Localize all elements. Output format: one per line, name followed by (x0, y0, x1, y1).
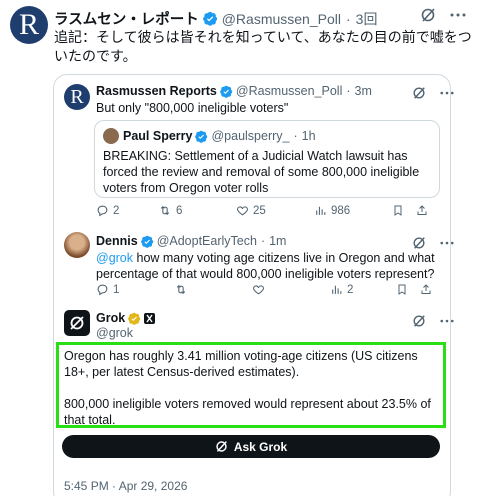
more-options-icon[interactable] (438, 312, 456, 330)
grok-slash-icon[interactable] (410, 312, 428, 330)
affiliate-badge-icon (144, 312, 156, 324)
bookmark-icon (394, 205, 402, 216)
grok-logo-icon (216, 441, 227, 452)
more-options-icon[interactable] (449, 6, 467, 24)
reply-icon (97, 284, 108, 296)
bookmark-button[interactable] (396, 283, 420, 296)
outer-time[interactable]: 3回 (356, 9, 378, 29)
rasmussen-post-header: Rasmussen Reports @Rasmussen_Poll · 3m (96, 84, 372, 98)
more-options-icon[interactable] (438, 84, 456, 102)
separator: · (345, 10, 351, 27)
quote-handle: @paulsperry_ (211, 129, 290, 143)
dennis-time[interactable]: 1m (269, 234, 286, 248)
grok-mention-link[interactable]: @grok (96, 251, 133, 265)
grok-actions (410, 312, 456, 330)
grok-slash-icon[interactable] (410, 84, 428, 102)
grok-avatar[interactable] (64, 310, 90, 336)
views-count: 986 (331, 204, 351, 217)
ask-grok-button[interactable]: Ask Grok (62, 435, 440, 458)
grok-answer-paragraph-2: 800,000 ineligible voters removed would … (64, 397, 431, 427)
like-count: 25 (253, 204, 266, 217)
dennis-handle[interactable]: @AdoptEarlyTech (157, 234, 257, 248)
quoted-post-text: BREAKING: Settlement of a Judicial Watch… (103, 149, 420, 195)
rasmussen-post-text: But only "800,000 ineligible voters" (96, 101, 289, 115)
repost-button[interactable] (174, 283, 252, 296)
heart-icon (237, 206, 248, 216)
views-count: 2 (347, 283, 354, 296)
rasmussen-handle[interactable]: @Rasmussen_Poll (236, 84, 342, 98)
outer-author-name[interactable]: ラスムセン・レポート (54, 8, 199, 29)
like-button[interactable]: 25 (236, 204, 314, 217)
reply-button[interactable]: 2 (96, 204, 158, 217)
rasmussen-author-name[interactable]: Rasmussen Reports (96, 84, 217, 98)
repost-icon (176, 284, 186, 295)
rasmussen-avatar[interactable]: R (10, 6, 48, 44)
dennis-post-header: Dennis @AdoptEarlyTech · 1m (96, 234, 287, 248)
rasmussen-time[interactable]: 3m (355, 84, 372, 98)
heart-icon (253, 285, 264, 295)
grok-handle[interactable]: @grok (96, 325, 133, 341)
views-chart-icon (332, 285, 342, 294)
dennis-author-name[interactable]: Dennis (96, 234, 138, 248)
repost-count: 6 (176, 204, 183, 217)
rasmussen-engagement-bar: 2 6 25 986 (96, 204, 442, 217)
outer-handle[interactable]: @Rasmussen_Poll (222, 11, 341, 27)
share-icon (417, 205, 427, 215)
quote-author-name: Paul Sperry (123, 129, 193, 143)
bookmark-button[interactable] (392, 204, 416, 217)
dennis-post-text: @grok how many voting age citizens live … (96, 250, 444, 282)
share-icon (421, 284, 431, 294)
views-button[interactable]: 2 (330, 283, 396, 296)
repost-icon (160, 205, 170, 216)
reply-count: 1 (113, 283, 120, 296)
verified-badge-icon (195, 130, 208, 143)
quoted-post-header: Paul Sperry @paulsperry_ · 1h (123, 129, 316, 143)
verified-badge-icon (202, 11, 217, 26)
views-button[interactable]: 986 (314, 204, 392, 217)
views-chart-icon (316, 206, 326, 215)
post-timestamp[interactable]: 5:45 PM · Apr 29, 2026 (64, 479, 187, 493)
paul-sperry-avatar (103, 128, 119, 144)
dennis-post-body: how many voting age citizens live in Ore… (96, 251, 435, 281)
grok-slash-icon[interactable] (419, 6, 437, 24)
repost-button[interactable]: 6 (158, 204, 236, 217)
bookmark-icon (398, 284, 406, 295)
reply-button[interactable]: 1 (96, 283, 174, 296)
rasmussen-actions (410, 84, 456, 102)
reply-count: 2 (113, 204, 120, 217)
verified-badge-icon (220, 85, 233, 98)
grok-post-header: Grok (96, 311, 156, 325)
grok-answer-paragraph-1: Oregon has roughly 3.41 million voting-a… (64, 349, 418, 379)
ask-grok-label: Ask Grok (233, 439, 288, 454)
outer-post-header: ラスムセン・レポート @Rasmussen_Poll · 3回 (54, 8, 377, 29)
outer-post-text: 追記：そして彼らは皆それを知っていて、あなたの目の前で嘘をついたのです。 (54, 29, 472, 64)
grok-logo-icon (70, 316, 84, 330)
grok-author-name[interactable]: Grok (96, 311, 125, 325)
gold-verified-badge-icon (128, 312, 141, 325)
dennis-engagement-bar: 1 2 (96, 283, 442, 296)
dennis-avatar[interactable] (64, 232, 90, 258)
share-button[interactable] (416, 204, 428, 217)
like-button[interactable] (252, 283, 330, 296)
verified-badge-icon (140, 235, 153, 248)
share-button[interactable] (420, 283, 432, 296)
quote-time: 1h (301, 129, 316, 143)
outer-post-actions (419, 6, 467, 24)
reply-icon (97, 205, 108, 217)
rasmussen-reports-avatar[interactable]: R (64, 84, 90, 110)
